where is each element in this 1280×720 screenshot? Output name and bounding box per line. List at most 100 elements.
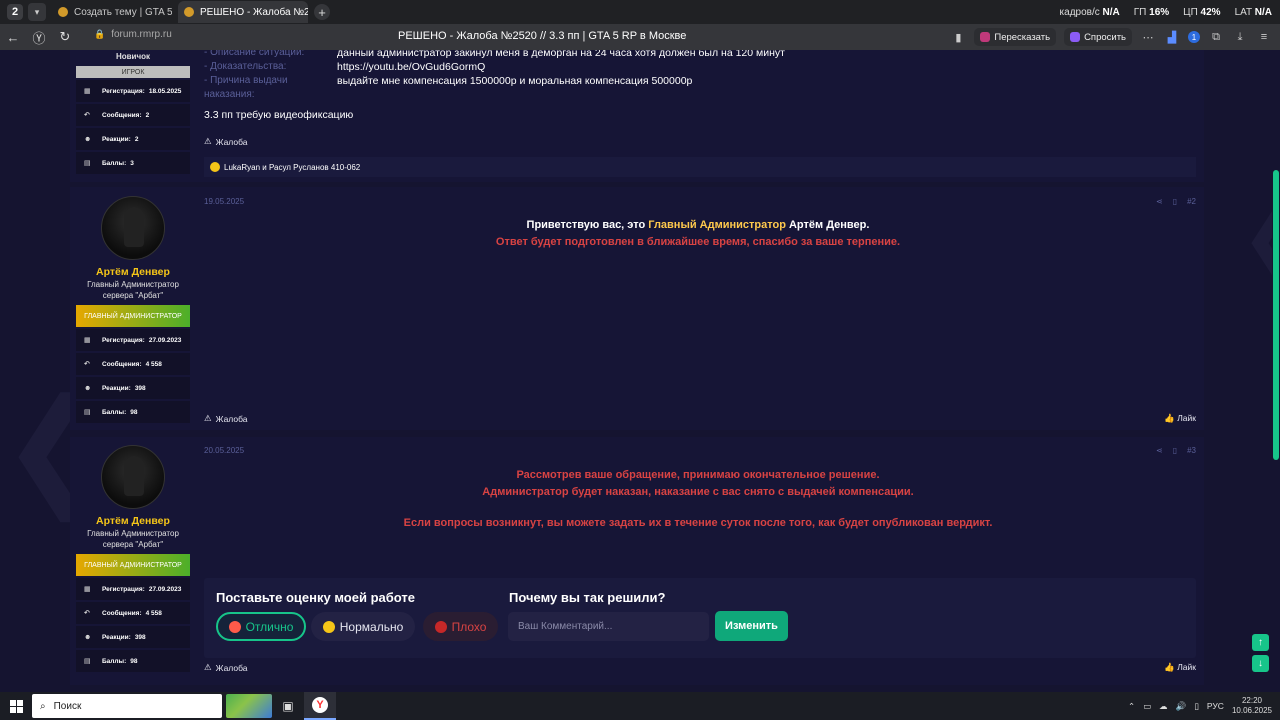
post-3: 20.05.2025 ⋖ ▯ #3 Артём Денвер Главный А… [70, 437, 1204, 685]
post-number[interactable]: #2 [1187, 197, 1196, 206]
battery-icon[interactable]: ▯ [1194, 701, 1199, 712]
heart-eyes-icon [228, 620, 241, 633]
reload-icon[interactable]: ↻ [52, 29, 78, 45]
performance-overlay: кадров/с N/A ГП 16% ЦП 42% LAT N/A [1060, 0, 1272, 24]
yandex-browser-icon[interactable]: Y [304, 692, 336, 720]
clock[interactable]: 22:20 10.06.2025 [1232, 696, 1272, 716]
verdict-line-3: Если вопросы возникнут, вы можете задать… [403, 517, 993, 529]
retell-button[interactable]: Пересказать [974, 28, 1057, 46]
field-value-evidence[interactable]: https://youtu.be/OvGud6GormQ [337, 60, 1037, 74]
windows-taskbar: ⌕ Поиск ▣ Y ⌃ ▭ ☁ 🔊 ▯ РУС 22:20 10.06.20… [0, 692, 1280, 720]
more-icon[interactable]: ⋯ [1140, 31, 1156, 44]
clipboard-icon: ▤ [84, 658, 91, 665]
retell-icon [980, 32, 991, 42]
volume-icon[interactable]: 🔊 [1176, 701, 1187, 712]
smile-icon: ☻ [84, 633, 92, 641]
search-label: Поиск [53, 700, 82, 712]
calendar-icon: ▦ [84, 337, 91, 344]
author-title: Главный Администратор сервера "Арбат" [87, 280, 179, 300]
search-highlight-image[interactable] [226, 694, 272, 718]
menu-icon[interactable]: ≡ [1256, 31, 1272, 43]
tab-complaint[interactable]: РЕШЕНО - Жалоба №2520 × [178, 1, 308, 23]
smile-icon: ☻ [84, 135, 92, 143]
bookmark-icon[interactable]: ▯ [1173, 197, 1177, 206]
chevron-up-icon[interactable]: ⌃ [1128, 701, 1135, 712]
yandex-icon[interactable]: Ⓨ [26, 28, 52, 47]
wait-line: Ответ будет подготовлен в ближайшее врем… [495, 236, 901, 248]
like-button[interactable]: 👍 Лайк [1164, 662, 1196, 673]
rate-excellent-button[interactable]: Отлично [216, 612, 306, 641]
verdict-line-1: Рассмотрев ваше обращение, принимаю окон… [516, 469, 880, 481]
report-link[interactable]: ⚠ Жалоба [204, 413, 247, 424]
submit-rating-button[interactable]: Изменить [715, 611, 788, 641]
site-favicon-icon [184, 7, 194, 17]
gpu-label: ГП [1133, 6, 1147, 18]
collections-icon[interactable]: ⧉ [1208, 31, 1224, 44]
post-number[interactable]: #3 [1187, 446, 1196, 455]
author-stat-registration: ▦ Регистрация: 18.05.2025 [76, 80, 190, 102]
author-stat-messages: ↶ Сообщения: 4 558 [76, 353, 190, 375]
scroll-top-button[interactable]: ↑ [1252, 634, 1269, 651]
author-name[interactable]: Артём Денвер [76, 515, 190, 527]
ask-icon [1070, 32, 1081, 42]
avatar[interactable] [101, 445, 165, 509]
author-name[interactable]: Артём Денвер [76, 266, 190, 278]
chevron-down-icon[interactable]: ▾ [28, 3, 46, 21]
report-link[interactable]: ⚠ Жалоба [204, 136, 247, 147]
bookmark-icon[interactable]: ▮ [950, 31, 966, 44]
lat-value: N/A [1254, 6, 1272, 18]
back-arrow-icon[interactable]: ← [0, 30, 26, 45]
system-tray: ⌃ ▭ ☁ 🔊 ▯ РУС 22:20 10.06.2025 [1128, 692, 1272, 720]
retell-label: Пересказать [994, 31, 1051, 43]
rating-panel: Поставьте оценку моей работе Почему вы т… [204, 578, 1196, 658]
author-stat-points: ▤ Баллы: 3 [76, 152, 190, 174]
address-bar[interactable]: 🔒 forum.rmrp.ru [94, 29, 172, 40]
warning-icon: ⚠ [204, 136, 212, 146]
taskbar-search[interactable]: ⌕ Поиск [32, 694, 222, 718]
field-value-reason: выдайте мне компенсация 1500000р и морал… [337, 75, 693, 87]
like-button[interactable]: 👍 Лайк [1164, 413, 1196, 424]
post-date[interactable]: 19.05.2025 [204, 197, 244, 206]
author-stat-points: ▤ Баллы: 98 [76, 650, 190, 672]
verdict-line-2: Администратор будет наказан, наказание с… [482, 486, 914, 498]
stats-bars-icon[interactable]: ▟ [1164, 31, 1180, 44]
gpu-value: 16% [1149, 6, 1170, 18]
network-icon[interactable]: ▭ [1143, 701, 1151, 712]
download-icon[interactable]: ⤓ [1232, 31, 1248, 44]
scrollbar-thumb[interactable] [1273, 170, 1279, 460]
field-label-evidence: - Доказательства: [204, 61, 287, 72]
share-icon[interactable]: ⋖ [1156, 197, 1163, 206]
warning-icon: ⚠ [204, 662, 212, 672]
post-date[interactable]: 20.05.2025 [204, 446, 244, 455]
post-extra-text: 3.3 пп требую видеофиксацию [204, 109, 354, 121]
post-1: Новичок ИГРОК ▦ Регистрация: 18.05.2025 ↶ С… [70, 50, 1204, 182]
ask-button[interactable]: Спросить [1064, 28, 1132, 46]
new-tab-button[interactable]: + [314, 4, 330, 20]
report-link[interactable]: ⚠ Жалоба [204, 662, 247, 673]
bookmark-icon[interactable]: ▯ [1173, 446, 1177, 455]
notification-badge[interactable]: 1 [1188, 31, 1200, 43]
language-indicator[interactable]: РУС [1207, 701, 1224, 711]
comment-input[interactable] [508, 612, 709, 641]
comment-title: Почему вы так решили? [509, 590, 666, 605]
reply-icon: ↶ [84, 610, 90, 617]
field-label-reason: - Причина выдачи наказания: [204, 75, 288, 100]
tab-count-button[interactable]: 2 [7, 4, 23, 20]
cloud-icon[interactable]: ☁ [1159, 701, 1168, 712]
fps-value: N/A [1102, 6, 1120, 18]
share-icon[interactable]: ⋖ [1156, 446, 1163, 455]
reactions-bar[interactable]: LukaRyan и Расул Русланов 410-062 [204, 157, 1196, 177]
avatar[interactable] [101, 196, 165, 260]
field-label-description: - Описание ситуации: [204, 50, 305, 58]
rate-normal-button[interactable]: Нормально [311, 612, 415, 641]
ask-label: Спросить [1084, 31, 1126, 43]
page-scrollbar[interactable] [1272, 50, 1280, 692]
browser-tab-bar: 2 ▾ Создать тему | GTA 5 RP РЕШЕНО - Жал… [0, 0, 1280, 24]
rate-bad-button[interactable]: Плохо [423, 612, 498, 641]
tab-create-topic[interactable]: Создать тему | GTA 5 RP [52, 1, 172, 23]
field-value-description: данный администратор закинул меня в демо… [337, 50, 785, 59]
task-view-icon[interactable]: ▣ [272, 692, 304, 720]
scroll-bottom-button[interactable]: ↓ [1252, 655, 1269, 672]
start-button[interactable] [0, 699, 32, 713]
windows-logo-icon [9, 699, 23, 713]
